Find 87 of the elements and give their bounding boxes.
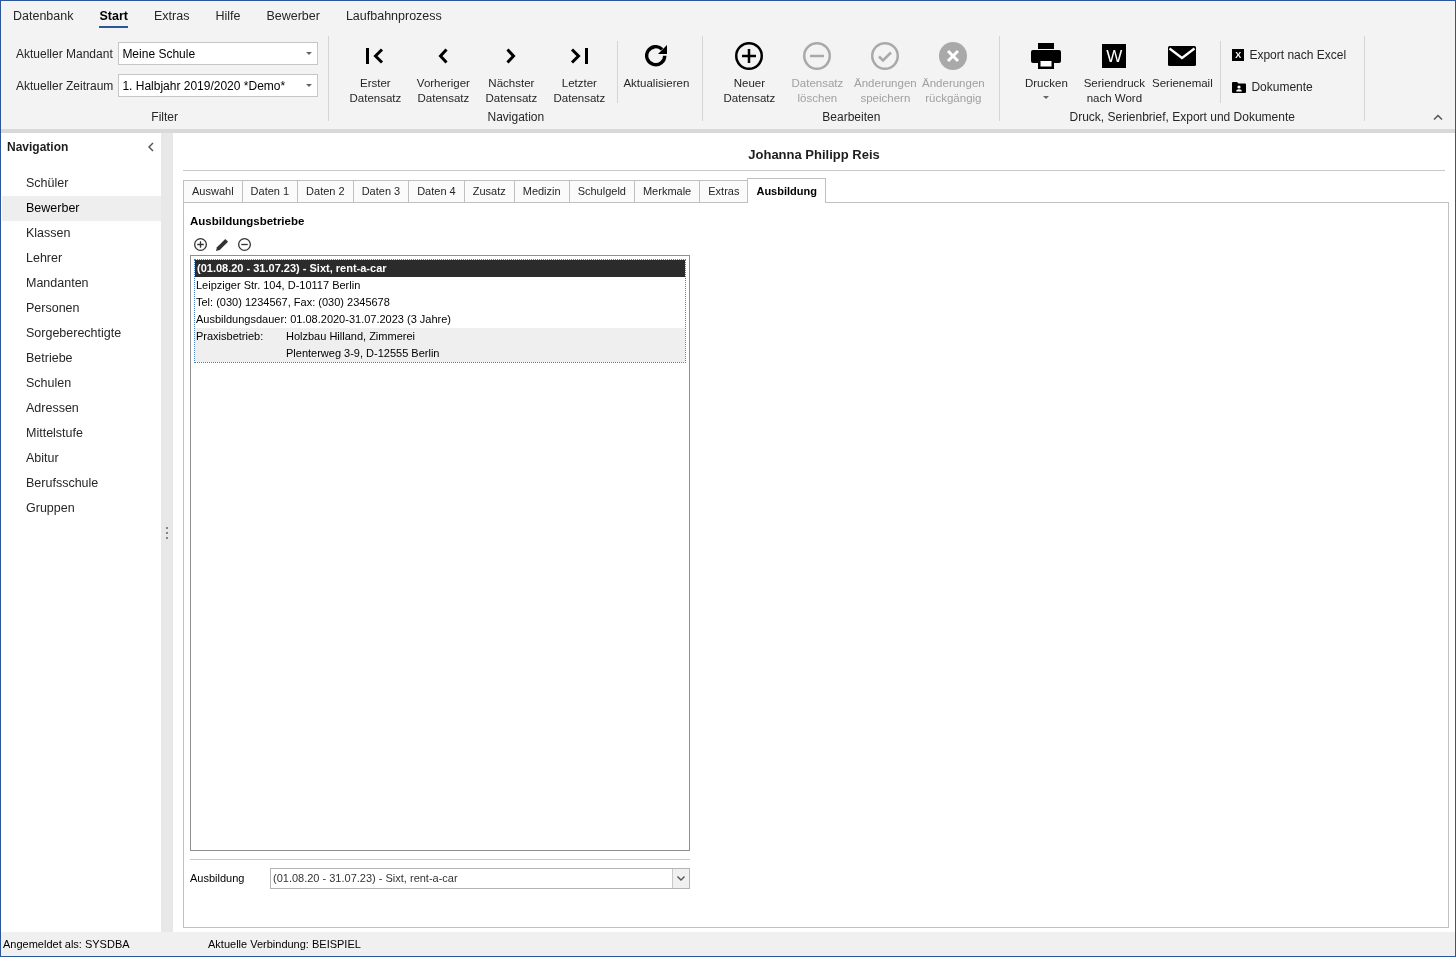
caret-down-icon — [306, 84, 313, 87]
caret-down-icon — [306, 52, 313, 55]
first-record-button[interactable]: Erster Datensatz — [341, 31, 410, 109]
menu-tab[interactable]: Bewerber — [266, 1, 320, 31]
tab[interactable]: Daten 4 — [408, 180, 465, 202]
refresh-icon — [645, 45, 668, 67]
sidebar-item[interactable]: Abitur — [2, 446, 161, 471]
letter-tile-icon: W — [1102, 44, 1127, 68]
chevron-right-icon — [506, 48, 517, 64]
next-record-button[interactable]: Nächster Datensatz — [477, 31, 546, 109]
sidebar-item[interactable]: Adressen — [2, 396, 161, 421]
email-button[interactable]: Serienemail — [1148, 31, 1217, 109]
chevron-left-icon[interactable] — [148, 142, 154, 152]
item-text: Tel: (030) 1234567, Fax: (030) 2345678 — [195, 295, 391, 310]
sidebar-item[interactable]: Schüler — [2, 171, 161, 196]
section-title: Ausbildungsbetriebe — [190, 214, 305, 228]
print-button[interactable]: Drucken — [1012, 31, 1081, 109]
record-title: Johanna Philipp Reis — [748, 145, 880, 164]
menu-tab[interactable]: Laufbahnprozess — [345, 1, 442, 31]
bar-chevron-left-icon — [366, 48, 385, 64]
pencil-icon[interactable] — [216, 237, 229, 251]
menu-tab[interactable]: Extras — [153, 1, 190, 31]
item-text: Leipziger Str. 104, D-10117 Berlin — [195, 278, 362, 293]
menu-tab[interactable]: Start — [99, 1, 128, 31]
documents-button[interactable]: Dokumente — [1230, 77, 1349, 97]
sidebar-item[interactable]: Bewerber — [2, 196, 161, 221]
mail-merge-button[interactable]: W Seriendruck nach Word — [1080, 31, 1149, 109]
check-circle-icon — [871, 42, 900, 70]
new-record-button[interactable]: Neuer Datensatz — [715, 31, 784, 109]
minus-circle-icon[interactable] — [238, 237, 251, 251]
list-item[interactable] — [194, 259, 686, 363]
item-text: Holzbau Hilland, Zimmerei — [286, 329, 416, 344]
tab[interactable]: Zusatz — [463, 180, 515, 202]
tab[interactable]: Daten 2 — [297, 180, 354, 202]
group-title: Filter — [150, 109, 179, 126]
group-title: Navigation — [486, 109, 546, 126]
tab[interactable]: Daten 1 — [241, 180, 299, 202]
status-text: Angemeldet als: SYSDBA — [3, 936, 131, 952]
menu-tab[interactable]: Hilfe — [215, 1, 241, 31]
group-title: Bearbeiten — [821, 109, 882, 126]
item-text: Ausbildungsdauer: 01.08.2020-31.07.2023 (3 Jahre) — [195, 312, 453, 327]
sidebar-item[interactable]: Gruppen — [2, 496, 161, 521]
group-title: Druck, Serienbrief, Export und Dokumente — [1068, 109, 1296, 126]
chevron-up-icon[interactable] — [1433, 114, 1443, 120]
sidebar-item[interactable]: Schulen — [2, 371, 161, 396]
last-record-button[interactable]: Letzter Datensatz — [545, 31, 614, 109]
sidebar-item[interactable]: Sorgeberechtigte — [2, 321, 161, 346]
item-title: (01.08.20 - 31.07.23) - Sixt, rent-a-car — [195, 260, 685, 277]
plus-circle-icon — [735, 42, 764, 70]
sidebar-item[interactable]: Berufsschule — [2, 471, 161, 496]
tab[interactable]: Schulgeld — [568, 180, 635, 202]
field-label: Ausbildung — [190, 871, 246, 887]
tab[interactable]: Merkmale — [633, 180, 701, 202]
sidebar-item[interactable]: Mittelstufe — [2, 421, 161, 446]
field-label: Aktueller Mandant — [16, 45, 114, 63]
sidebar-item[interactable]: Lehrer — [2, 246, 161, 271]
printer-icon — [1031, 43, 1062, 69]
item-text: Plenterweg 3-9, D-12555 Berlin — [286, 346, 440, 361]
envelope-icon — [1168, 46, 1197, 66]
sidebar-title: Navigation — [7, 139, 69, 156]
dropdown-field[interactable]: 1. Halbjahr 2019/2020 *Demo* — [118, 74, 319, 97]
menu-tab[interactable]: Datenbank — [13, 1, 74, 31]
tab[interactable]: Ausbildung — [747, 178, 826, 203]
dropdown-field[interactable]: Meine Schule — [118, 42, 319, 65]
minus-circle-icon — [803, 42, 832, 70]
chevron-left-icon — [438, 48, 449, 64]
sidebar-item[interactable]: Betriebe — [2, 346, 161, 371]
previous-record-button[interactable]: Vorheriger Datensatz — [409, 31, 478, 109]
status-text: Aktuelle Verbindung: BEISPIEL — [208, 936, 361, 952]
tab[interactable]: Auswahl — [183, 180, 243, 202]
plus-circle-icon[interactable] — [194, 237, 207, 251]
tab[interactable]: Extras — [699, 180, 749, 202]
folder-person-icon — [1232, 81, 1247, 93]
item-label: Praxisbetrieb: — [196, 329, 265, 344]
chevron-down-icon — [677, 876, 685, 881]
sidebar-item[interactable]: Mandanten — [2, 271, 161, 296]
sidebar-item[interactable]: Klassen — [2, 221, 161, 246]
tab[interactable]: Medizin — [513, 180, 570, 202]
sidebar-item[interactable]: Personen — [2, 296, 161, 321]
refresh-button[interactable]: Aktualisieren — [622, 31, 691, 109]
letter-tile-icon: X — [1232, 49, 1245, 61]
dropdown-field[interactable]: (01.08.20 - 31.07.23) - Sixt, rent-a-car — [270, 868, 690, 889]
tab[interactable]: Daten 3 — [352, 180, 410, 202]
field-label: Aktueller Zeitraum — [16, 77, 114, 95]
x-circle-icon — [939, 42, 968, 70]
export-button[interactable]: X Export nach Excel — [1230, 45, 1349, 65]
chevron-bar-right-icon — [570, 48, 589, 64]
